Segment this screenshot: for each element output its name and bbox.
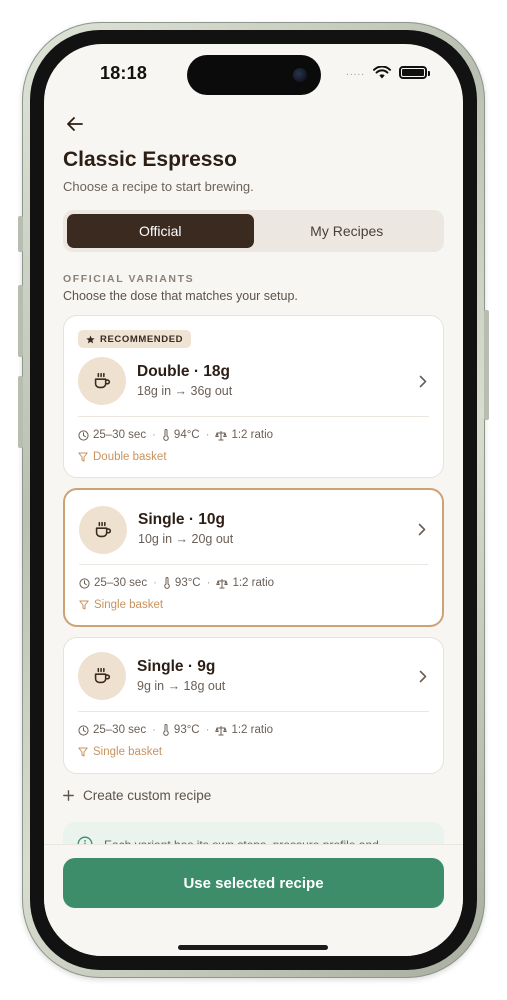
star-icon: [86, 334, 95, 343]
tab-official[interactable]: Official: [67, 214, 254, 248]
meta-separator: ·: [206, 577, 211, 589]
arrow-left-icon: [67, 117, 83, 131]
status-icons: .....: [346, 66, 430, 79]
clock-icon: [78, 724, 89, 736]
card-divider: [79, 564, 428, 565]
variant-card-single-10g[interactable]: Single · 10g 10g in → 20g out 25–30 sec …: [63, 488, 444, 627]
variant-dose: 9g in → 18g out: [137, 679, 226, 693]
variant-meta: 25–30 sec · 93°C · 1:2 ratio: [78, 724, 273, 736]
use-selected-recipe-button[interactable]: Use selected recipe: [63, 858, 444, 908]
basket-label: Single basket: [94, 599, 164, 611]
card-divider: [78, 711, 429, 712]
brew-temp: 94°C: [173, 429, 200, 441]
variant-name: Single · 9g: [137, 658, 216, 675]
coffee-cup-icon: [78, 652, 126, 700]
plus-icon: [63, 790, 74, 801]
brew-time: 25–30 sec: [94, 577, 148, 589]
brew-ratio: 1:2 ratio: [232, 577, 275, 589]
brew-ratio: 1:2 ratio: [231, 429, 274, 441]
brew-time: 25–30 sec: [93, 429, 147, 441]
volume-down-button: [18, 376, 23, 448]
page-subtitle: Choose a recipe to start brewing.: [63, 179, 254, 194]
basket-info: Double basket: [78, 451, 167, 463]
bottom-action-bar: Use selected recipe: [44, 844, 463, 956]
meta-separator: ·: [205, 429, 210, 441]
thermometer-icon: [163, 724, 169, 736]
page-title: Classic Espresso: [63, 148, 237, 171]
meta-separator: ·: [153, 577, 157, 589]
clock-icon: [79, 577, 90, 589]
scale-icon: [215, 430, 228, 440]
variant-dose: 10g in → 20g out: [138, 532, 234, 546]
basket-info: Single basket: [78, 746, 162, 758]
basket-label: Double basket: [93, 451, 167, 463]
tab-my-recipes[interactable]: My Recipes: [254, 214, 441, 248]
chevron-right-icon: [418, 523, 426, 536]
section-description: Choose the dose that matches your setup.: [63, 289, 298, 303]
filter-icon: [78, 452, 88, 462]
variant-card-single-9g[interactable]: Single · 9g 9g in → 18g out 25–30 sec · …: [63, 637, 444, 774]
variant-meta: 25–30 sec · 94°C · 1:2 ratio: [78, 429, 273, 441]
badge-label: RECOMMENDED: [100, 333, 184, 345]
meta-separator: ·: [205, 724, 210, 736]
status-time: 18:18: [100, 63, 148, 83]
variant-dose: 18g in → 36g out: [137, 384, 233, 398]
power-button: [484, 310, 489, 420]
thermometer-icon: [163, 429, 169, 441]
signal-icon: .....: [346, 67, 365, 78]
filter-icon: [78, 747, 88, 757]
variant-meta: 25–30 sec · 93°C · 1:2 ratio: [79, 577, 274, 589]
recommended-badge: RECOMMENDED: [78, 330, 192, 348]
section-label: OFFICIAL VARIANTS: [63, 273, 195, 285]
action-button: [18, 216, 23, 252]
chevron-right-icon: [419, 670, 427, 683]
thermometer-icon: [164, 577, 170, 589]
clock-icon: [78, 429, 89, 441]
brew-temp: 93°C: [174, 577, 201, 589]
meta-separator: ·: [152, 429, 156, 441]
coffee-cup-icon: [78, 357, 126, 405]
volume-up-button: [18, 285, 23, 357]
variant-name: Double · 18g: [137, 363, 231, 380]
screen: 18:18 ..... Classic Espresso Choose a re…: [44, 44, 463, 956]
brew-temp: 93°C: [173, 724, 200, 736]
filter-icon: [79, 600, 89, 610]
chevron-right-icon: [419, 375, 427, 388]
scale-icon: [215, 725, 228, 735]
recipe-source-tabs: Official My Recipes: [63, 210, 444, 252]
create-custom-recipe-button[interactable]: Create custom recipe: [63, 788, 211, 803]
dynamic-island: [187, 55, 321, 95]
meta-separator: ·: [152, 724, 156, 736]
front-camera: [293, 68, 307, 82]
battery-icon: [399, 66, 430, 79]
card-divider: [78, 416, 429, 417]
coffee-cup-icon: [79, 506, 127, 554]
scale-icon: [216, 578, 229, 588]
basket-label: Single basket: [93, 746, 163, 758]
variant-name: Single · 10g: [138, 511, 225, 528]
brew-ratio: 1:2 ratio: [231, 724, 274, 736]
brew-time: 25–30 sec: [93, 724, 147, 736]
home-indicator[interactable]: [178, 945, 328, 950]
back-button[interactable]: [63, 112, 87, 136]
wifi-icon: [373, 66, 391, 79]
basket-info: Single basket: [79, 599, 163, 611]
create-custom-label: Create custom recipe: [83, 788, 212, 803]
variant-card-double-18g[interactable]: RECOMMENDED Double · 18g 18g in → 36g ou…: [63, 315, 444, 478]
